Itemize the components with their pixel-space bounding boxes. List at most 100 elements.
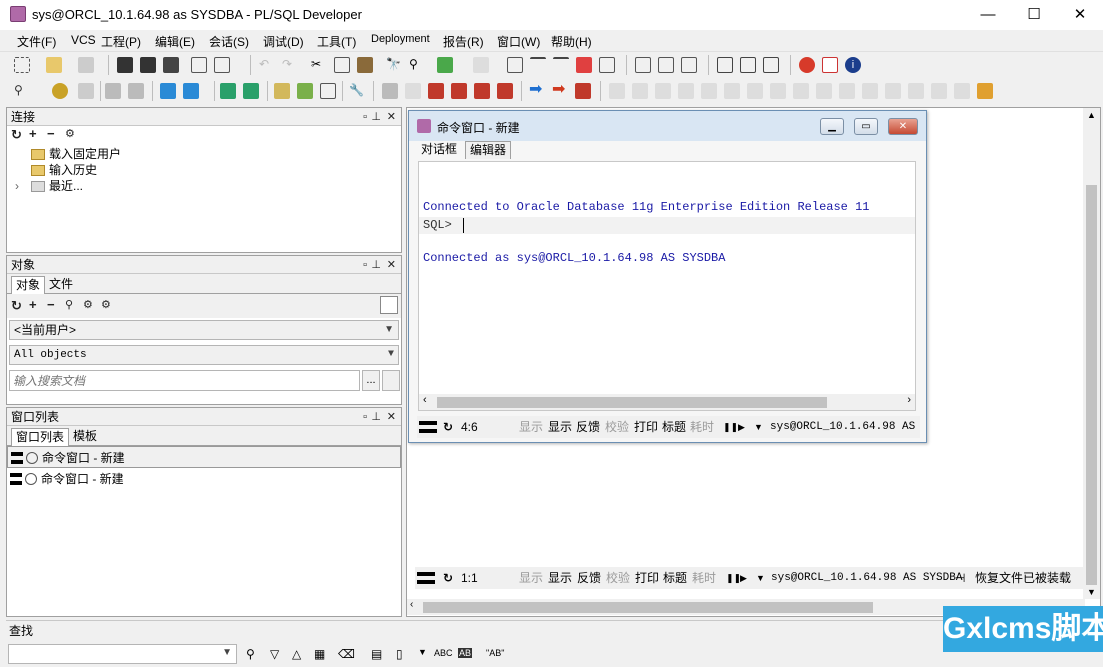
tab-dialog[interactable]: 对话框 [417, 141, 461, 159]
cascade-icon[interactable] [717, 57, 733, 73]
menu-window[interactable]: 窗口(W) [497, 33, 540, 50]
format-icon[interactable] [681, 57, 697, 73]
properties-icon[interactable]: ⚙ [65, 127, 75, 140]
add-icon[interactable]: + [29, 297, 37, 312]
arrow-right-red-icon[interactable]: ➡ [552, 82, 568, 99]
mdi-vscrollbar[interactable]: ▲ ▼ [1083, 108, 1100, 599]
menu-deployment[interactable]: Deployment [371, 33, 430, 45]
object-type-select[interactable]: All objects ▼ [9, 345, 399, 365]
properties-icon[interactable]: ⚙ [101, 298, 111, 311]
describe-icon[interactable] [507, 57, 523, 73]
scroll-left-icon[interactable]: ‹ [423, 394, 427, 406]
scroll-left-icon[interactable]: ‹ [410, 599, 413, 610]
find-next-icon[interactable]: ▽ [270, 647, 279, 661]
indent-icon[interactable] [530, 57, 546, 73]
step-into-icon[interactable] [428, 83, 444, 99]
highlight-icon[interactable]: ▦ [314, 647, 325, 661]
tile-horizontal-icon[interactable] [740, 57, 756, 73]
connect-icon[interactable] [220, 83, 236, 99]
dropdown-icon[interactable]: ▼ [754, 416, 763, 438]
menu-session[interactable]: 会话(S) [209, 33, 249, 50]
tree-item-history[interactable]: 输入历史 [31, 162, 401, 178]
menu-edit[interactable]: 编辑(E) [155, 33, 195, 50]
tile-vertical-icon[interactable] [763, 57, 779, 73]
binoculars-icon[interactable]: ⚲ [246, 647, 255, 661]
sql-window-icon[interactable] [160, 83, 176, 99]
explain-plan-icon[interactable] [274, 83, 290, 99]
panel-close-icon[interactable]: ✕ [387, 108, 396, 126]
lowercase-icon[interactable] [599, 57, 615, 73]
status-btn-print[interactable]: 打印 [634, 416, 658, 438]
menu-debug[interactable]: 调试(D) [263, 33, 304, 50]
status-btn-show2[interactable]: 显示 [548, 416, 572, 438]
panel-pin-icon[interactable]: ⊥ [371, 256, 381, 274]
load-icon[interactable] [437, 57, 453, 73]
find-input[interactable]: ▼ [8, 644, 237, 664]
search-icon[interactable]: ⚲ [14, 83, 30, 99]
play-icon[interactable]: ▶ [738, 416, 745, 438]
play-icon[interactable]: ▶ [740, 567, 747, 589]
unindent-icon[interactable] [553, 57, 569, 73]
scroll-up-icon[interactable]: ▲ [1087, 110, 1096, 120]
panel-close-icon[interactable]: ✕ [387, 256, 396, 274]
panel-close-icon[interactable]: ✕ [387, 408, 396, 426]
panel-pin-icon[interactable]: ⊥ [371, 408, 381, 426]
output-hscrollbar[interactable]: ‹ › [419, 394, 915, 410]
list-item[interactable]: 命令窗口 - 新建 [7, 468, 401, 490]
report-icon[interactable] [320, 83, 336, 99]
filter-checkbox[interactable] [380, 296, 398, 314]
panel-float-icon[interactable]: ▫ [363, 108, 367, 126]
paste-icon[interactable] [357, 57, 373, 73]
tab-templates[interactable]: 模板 [69, 428, 101, 446]
menu-file[interactable]: 文件(F) [17, 33, 56, 50]
pause-icon[interactable]: ❚❚ [723, 416, 738, 438]
status-btn-heading[interactable]: 标题 [663, 567, 687, 589]
pdf-icon[interactable] [822, 57, 838, 73]
child-close-button[interactable]: ✕ [888, 118, 918, 135]
menu-tools[interactable]: 工具(T) [317, 33, 356, 50]
search-input[interactable] [9, 370, 360, 391]
dropdown-icon[interactable]: ▼ [418, 647, 427, 657]
scroll-right-icon[interactable]: › [907, 394, 911, 406]
options-icon[interactable]: ▤ [371, 647, 382, 661]
refresh-icon[interactable]: ↻ [11, 298, 22, 314]
debug-tool-16-icon[interactable] [977, 83, 993, 99]
status-btn-show2[interactable]: 显示 [548, 567, 572, 589]
list-item[interactable]: 命令窗口 - 新建 [7, 446, 401, 468]
uppercase-icon[interactable] [576, 57, 592, 73]
remove-icon[interactable]: − [47, 297, 55, 312]
disconnect-icon[interactable] [243, 83, 259, 99]
whole-word-toggle[interactable]: AB [458, 648, 473, 658]
tab-objects[interactable]: 对象 [11, 276, 46, 294]
tree-item-fixed-users[interactable]: 载入固定用户 [31, 146, 401, 162]
menu-project[interactable]: 工程(P) [101, 33, 141, 50]
save-icon[interactable] [117, 57, 133, 73]
stop-icon[interactable] [575, 83, 591, 99]
info-icon[interactable]: i [845, 57, 861, 73]
scroll-thumb[interactable] [423, 602, 873, 613]
search-options-icon[interactable] [382, 370, 400, 391]
status-btn-feedback[interactable]: 反馈 [577, 567, 601, 589]
find-prev-icon[interactable]: △ [292, 647, 301, 661]
step-out-icon[interactable] [474, 83, 490, 99]
copy-icon[interactable] [334, 57, 350, 73]
child-minimize-button[interactable]: ▁ [820, 118, 844, 135]
panel-float-icon[interactable]: ▫ [363, 408, 367, 426]
case-sensitive-toggle[interactable]: ABC [434, 648, 453, 658]
filter-icon[interactable]: ⚙ [83, 298, 93, 311]
regex-toggle[interactable]: "AB" [486, 648, 504, 658]
refresh-icon[interactable]: ↻ [11, 127, 22, 143]
close-button[interactable]: ✕ [1057, 0, 1103, 30]
compile-icon[interactable] [52, 83, 68, 99]
run-to-exception-icon[interactable] [497, 83, 513, 99]
print-setup-icon[interactable] [214, 57, 230, 73]
panel-float-icon[interactable]: ▫ [363, 256, 367, 274]
replace-icon[interactable]: ⚲ [409, 57, 425, 73]
add-icon[interactable]: + [29, 126, 37, 141]
panel-pin-icon[interactable]: ⊥ [371, 108, 381, 126]
save-as-icon[interactable] [140, 57, 156, 73]
command-output[interactable]: Connected to Oracle Database 11g Enterpr… [418, 161, 916, 411]
print-icon[interactable] [191, 57, 207, 73]
wrench-icon[interactable]: 🔧 [349, 83, 365, 99]
cut-icon[interactable]: ✂ [311, 57, 327, 73]
